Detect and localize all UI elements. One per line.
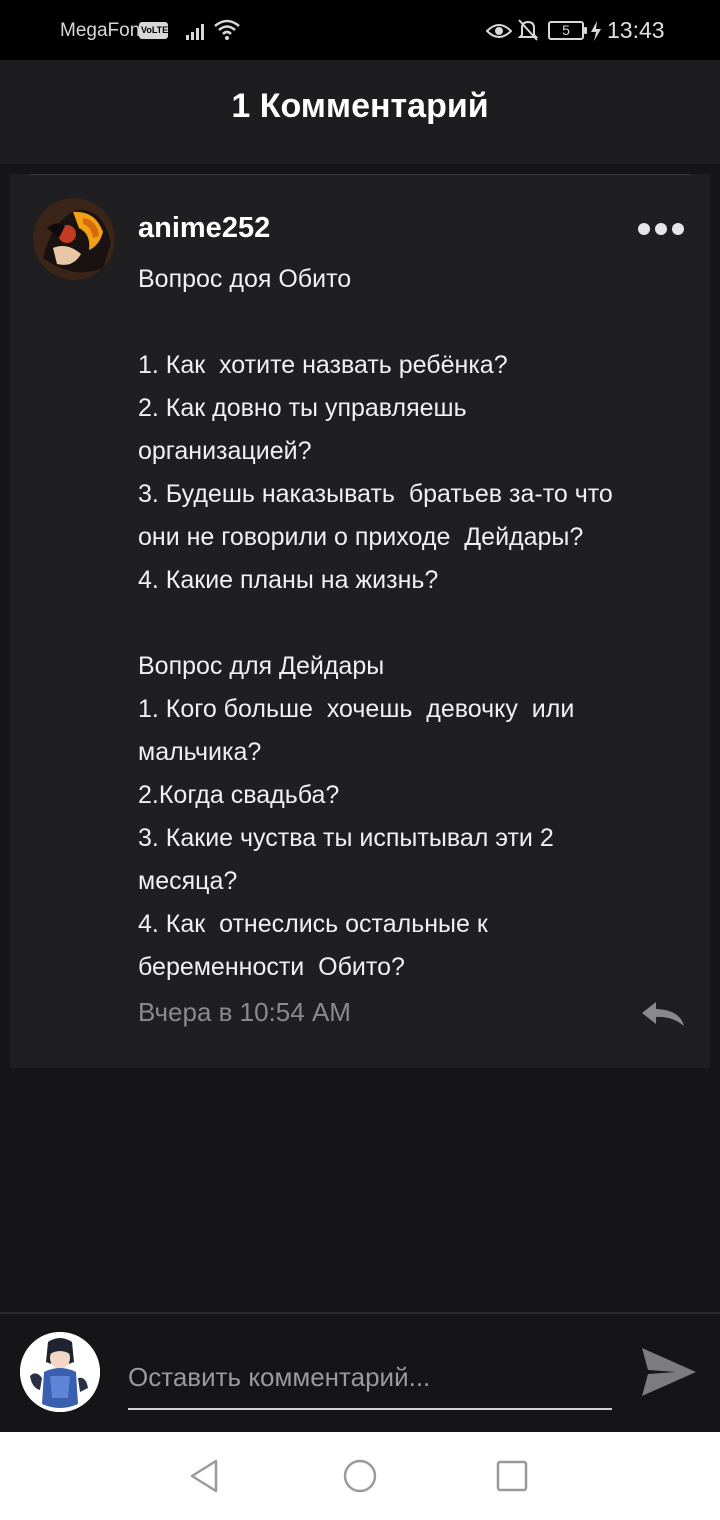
status-bar: MegaFon VoLTE 5 13:43 (0, 0, 720, 60)
divider (30, 174, 690, 175)
comment-composer (0, 1314, 720, 1432)
more-horizontal-icon (638, 223, 650, 235)
comment-line: мальчика? (138, 738, 262, 766)
recent-apps-icon[interactable] (496, 1460, 528, 1492)
avatar-image (33, 198, 115, 280)
comment-line (138, 602, 698, 645)
comment-line: Вопрос доя Обито (138, 265, 352, 293)
mute-bell-icon (517, 19, 539, 41)
comment-author[interactable]: anime252 (138, 212, 270, 245)
comment-line: 2.Когда свадьба? (138, 781, 340, 809)
comment-line: 3. Какие чуства ты испытывал эти 2 (138, 824, 554, 852)
battery-icon: 5 (548, 21, 587, 40)
back-icon[interactable] (186, 1458, 222, 1494)
comment-line: 2. Как довно ты управляешь (138, 394, 467, 422)
user-avatar-image (20, 1332, 100, 1412)
comment-line: 4. Какие планы на жизнь? (138, 566, 439, 594)
comment-line: организацией? (138, 437, 312, 465)
volte-badge: VoLTE (139, 22, 168, 39)
comment-line: месяца? (138, 867, 238, 895)
clock: 13:43 (607, 17, 665, 43)
comment-card: anime252 Вопрос доя Обито 1. Как хотите … (10, 174, 710, 1068)
comment-line: беременности Обито? (138, 953, 405, 981)
avatar[interactable] (33, 198, 115, 280)
comment-line: 1. Кого больше хочешь девочку или (138, 695, 575, 723)
page-title: 1 Комментарий (231, 87, 489, 125)
more-options-button[interactable] (636, 218, 686, 240)
avatar[interactable] (20, 1332, 100, 1412)
more-dot (655, 223, 667, 235)
comment-line: 4. Как отнеслись остальные к (138, 910, 488, 938)
system-nav-bar (0, 1432, 720, 1520)
comment-line: 3. Будешь наказывать братьев за-то что (138, 480, 613, 508)
charging-icon (591, 21, 601, 41)
comment-text: Вопрос доя Обито 1. Как хотите назвать р… (138, 258, 698, 989)
comment-line: 1. Как хотите назвать ребёнка? (138, 351, 508, 379)
header: 1 Комментарий (0, 60, 720, 164)
eye-comfort-icon (486, 24, 512, 38)
more-dot (672, 223, 684, 235)
reply-arrow-icon[interactable] (640, 1000, 686, 1028)
comment-line (138, 301, 698, 344)
signal-icon (186, 24, 204, 40)
send-icon[interactable] (640, 1344, 698, 1400)
comment-timestamp: Вчера в 10:54 AM (138, 997, 351, 1027)
comment-line: они не говорили о приходе Дейдары? (138, 523, 584, 551)
carrier-name: MegaFon (60, 20, 141, 41)
home-icon[interactable] (342, 1458, 378, 1494)
wifi-icon (214, 19, 240, 40)
comment-line: Вопрос для Дейдары (138, 652, 385, 680)
comment-input[interactable] (128, 1346, 612, 1410)
